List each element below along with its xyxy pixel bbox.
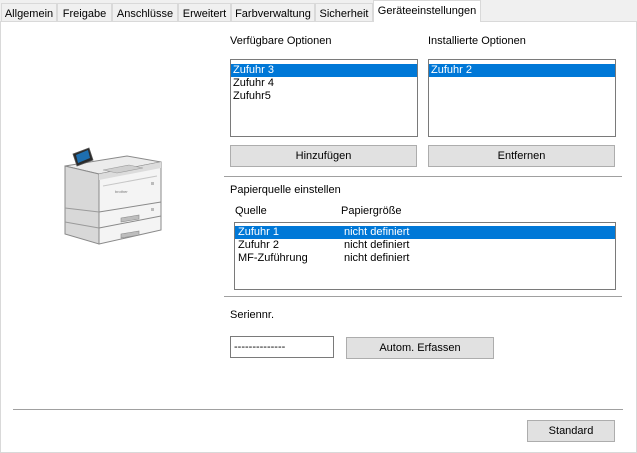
printer-illustration: brother [64, 147, 162, 245]
tab-bar: Allgemein Freigabe Anschlüsse Erweitert … [0, 0, 637, 22]
row-source: MF-Zuführung [238, 252, 308, 264]
tab-device-settings[interactable]: Geräteeinstellungen [373, 0, 481, 22]
standard-button[interactable]: Standard [527, 420, 615, 442]
table-row[interactable]: Zufuhr 2 nicht definiert [235, 239, 615, 252]
tab-security[interactable]: Sicherheit [315, 3, 373, 21]
available-options-list[interactable]: Zufuhr 3 Zufuhr 4 Zufuhr5 [230, 59, 418, 137]
paper-source-list[interactable]: Zufuhr 1 nicht definiert Zufuhr 2 nicht … [234, 222, 616, 290]
printer-brand-logo: brother [115, 189, 128, 194]
installed-options-list[interactable]: Zufuhr 2 [428, 59, 616, 137]
auto-detect-button[interactable]: Autom. Erfassen [346, 337, 494, 359]
divider [224, 176, 622, 177]
serial-number-field[interactable]: -------------- [230, 336, 334, 358]
divider [224, 296, 622, 297]
row-source: Zufuhr 2 [238, 239, 279, 251]
column-header-paper-size: Papiergröße [341, 205, 402, 217]
divider [13, 409, 623, 410]
add-button[interactable]: Hinzufügen [230, 145, 417, 167]
list-item[interactable]: Zufuhr 4 [231, 77, 417, 90]
tab-advanced[interactable]: Erweitert [178, 3, 231, 21]
row-size: nicht definiert [344, 252, 410, 264]
list-item[interactable]: Zufuhr5 [231, 90, 417, 103]
tab-general[interactable]: Allgemein [1, 3, 57, 21]
row-source: Zufuhr 1 [238, 226, 279, 238]
row-size: nicht definiert [344, 226, 410, 238]
row-size: nicht definiert [344, 239, 410, 251]
available-options-label: Verfügbare Optionen [230, 35, 332, 47]
tab-sharing[interactable]: Freigabe [57, 3, 112, 21]
serial-number-label: Seriennr. [230, 309, 275, 321]
list-item[interactable]: Zufuhr 3 [231, 64, 417, 77]
installed-options-label: Installierte Optionen [428, 35, 526, 47]
paper-source-title: Papierquelle einstellen [230, 184, 341, 196]
tab-color-management[interactable]: Farbverwaltung [231, 3, 315, 21]
column-header-source: Quelle [235, 205, 267, 217]
device-settings-panel: brother Verfügbare Optionen Zufuhr 3 Zuf… [0, 21, 637, 453]
tab-ports[interactable]: Anschlüsse [112, 3, 178, 21]
remove-button[interactable]: Entfernen [428, 145, 615, 167]
table-row[interactable]: Zufuhr 1 nicht definiert [235, 226, 615, 239]
list-item[interactable]: Zufuhr 2 [429, 64, 615, 77]
table-row[interactable]: MF-Zuführung nicht definiert [235, 252, 615, 265]
